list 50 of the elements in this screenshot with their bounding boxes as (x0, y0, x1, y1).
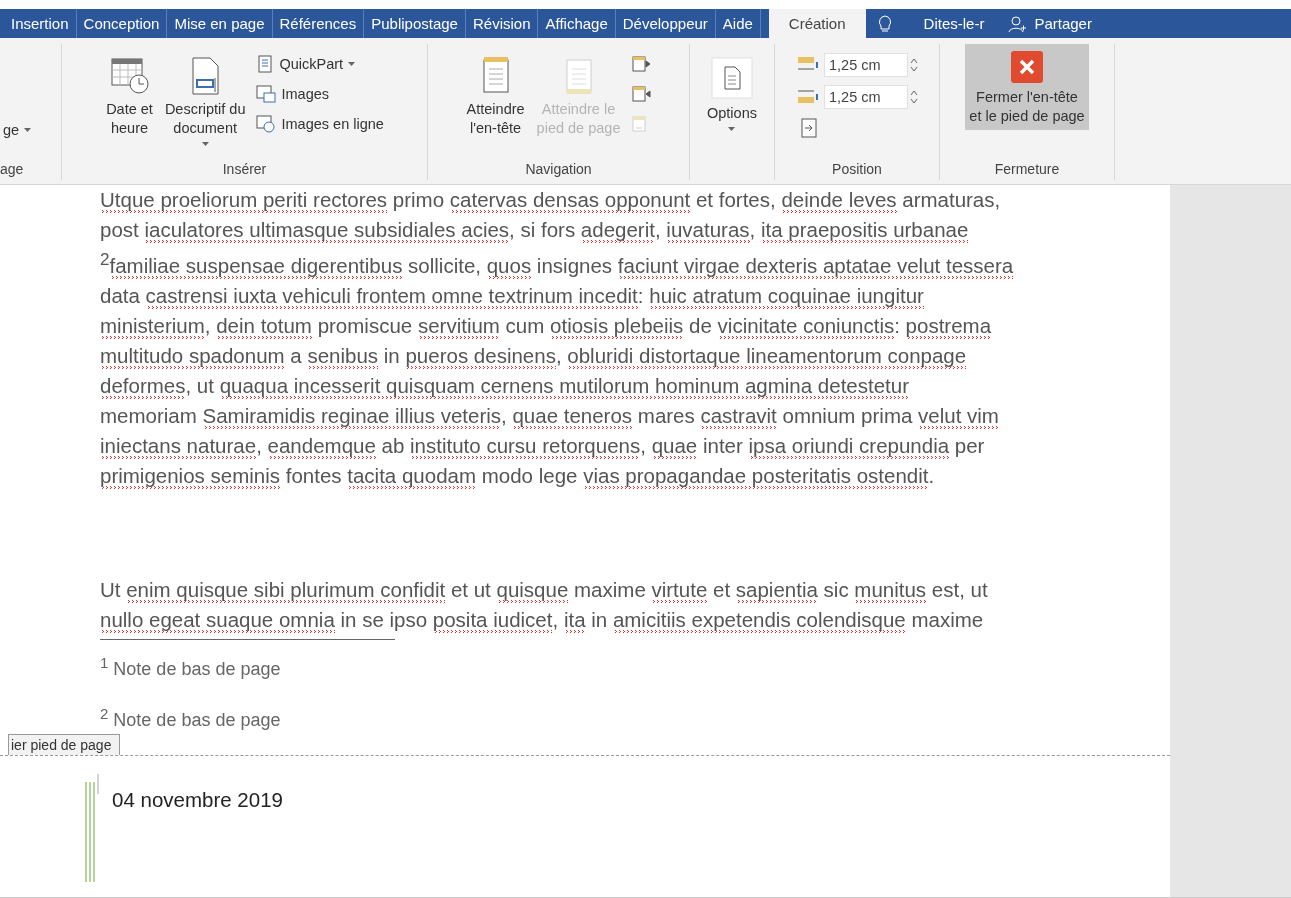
ribbon-button[interactable]: Atteindre l'en-tête (462, 50, 529, 142)
body-text-line: $^{2}$familiae suspensae digerentibus sollicite, quos insignes faciunt virgae dexteris aptatae velut tessera (100, 249, 1015, 281)
ribbon-button[interactable]: Options (703, 50, 761, 135)
caret-icon (728, 127, 736, 131)
calendar-clock-icon (109, 56, 150, 96)
section-icon (631, 85, 652, 103)
group-label: Fermeture (994, 161, 1060, 177)
spin-field[interactable]: 1,25 cm (824, 85, 908, 109)
caret-icon (24, 128, 32, 132)
ribbon-button[interactable]: Date et heure (102, 50, 157, 142)
quickpart-icon (256, 55, 275, 73)
body-text-line: memoriam Samiramidis reginae illius veteris, quae teneros mares castravit omnium prima velut vim (100, 402, 1000, 431)
group-label: Navigation (525, 161, 592, 177)
ribbon-button[interactable]: Images (253, 80, 387, 108)
footnote-text: $^{2}$ Note de bas de page (100, 709, 281, 730)
group-label: age (0, 161, 24, 177)
person-icon (1008, 14, 1027, 33)
ribbon-button[interactable]: ge (0, 116, 35, 144)
ribbon-button[interactable]: Descriptif du document (160, 50, 250, 150)
body-text-line: iniectans naturae, eandemque ab instituto cursu retorquens, quae inter ipsa oriundi crepundia per (100, 432, 986, 461)
ribbon-tab[interactable]: Création (768, 9, 866, 38)
ribbon-button[interactable]: QuickPart (253, 50, 387, 78)
body-text-line: Ut enim quisque sibi plurimum confidit et ut quisque maxime virtute et sapientia sic munitus est, ut (100, 576, 989, 605)
lightbulb-icon (877, 14, 892, 33)
ribbon-button[interactable]: Fermer l'en-tête et le pied de page (965, 44, 1089, 130)
footer-date: 04 novembre 2019 (112, 787, 283, 813)
share-button[interactable]: Partager (1034, 15, 1092, 32)
body-text-line: nullo egeat suaque omnia in se ipso posita iudicet, ita in amicitiis expetendis colendisque maxime (100, 606, 985, 635)
body-text-line: multitudo spadonum a senibus in pueros desinens, obluridi distortaque lineamentorum conpage (100, 342, 968, 371)
group-label: Insérer (222, 161, 267, 177)
section-icon (631, 55, 652, 73)
ribbon-button[interactable]: Images en ligne (253, 110, 387, 138)
close-icon (1010, 50, 1044, 84)
spin-arrows-icon (910, 89, 918, 105)
caret-icon (348, 62, 356, 66)
tell-me-field[interactable]: Dites-le-r (923, 15, 985, 32)
spin-arrows-icon (910, 57, 918, 73)
footer-tag: ier pied de page (8, 733, 121, 755)
globe-image-icon (256, 115, 277, 133)
caret-icon (201, 142, 209, 146)
footnote-text: $^{1}$ Note de bas de page (100, 658, 281, 679)
align-tab-icon (799, 117, 819, 139)
image-icon (256, 85, 277, 103)
body-text-line: Utque proeliorum periti rectores primo catervas densas opponunt et fortes, deinde leves armaturas, (100, 187, 1002, 215)
group-label: Position (832, 161, 882, 177)
body-text-line: primigenios seminis fontes tacita quodam modo lege vias propagandae posteritatis ostendit. (100, 462, 936, 491)
options-icon (710, 56, 754, 100)
spin-field[interactable]: 1,25 cm (824, 53, 908, 77)
body-text-line: post iaculatores ultimasque subsidiales acies, si fors adegerit, iuvaturas, ita praepositis urbanae (100, 217, 970, 245)
body-text-line: ministerium, dein totum promiscue servitium cum otiosis plebeiis de vicinitate coniunctis: postrema (100, 312, 993, 341)
